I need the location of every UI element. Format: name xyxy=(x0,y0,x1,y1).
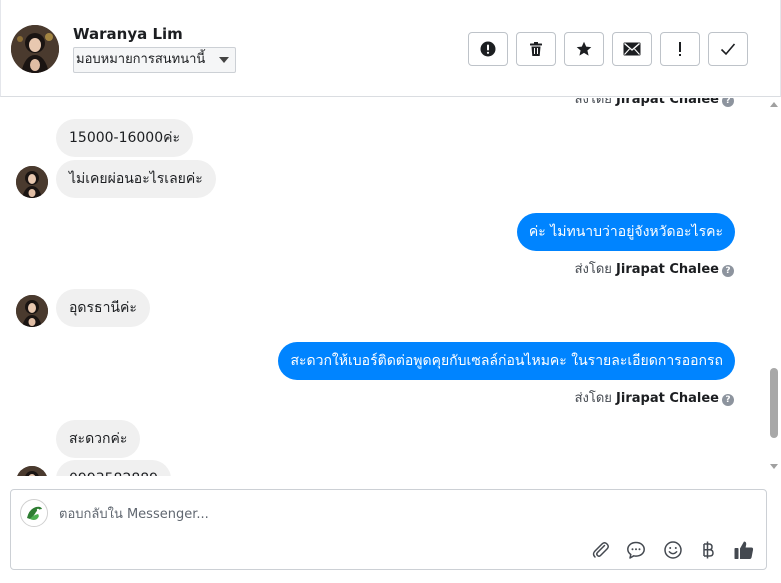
envelope-icon xyxy=(623,42,641,56)
thumbs-up-icon[interactable] xyxy=(732,538,756,562)
conversation-header: Waranya Lim มอบหมายการสนทนานี้ xyxy=(0,0,781,97)
star-icon xyxy=(576,41,592,57)
mark-done-button[interactable] xyxy=(708,32,748,66)
help-icon[interactable]: ? xyxy=(722,98,734,107)
incoming-message: สะดวกค่ะ xyxy=(56,420,141,458)
contact-avatar[interactable] xyxy=(11,25,59,73)
contact-avatar-small xyxy=(16,295,48,327)
message-thread[interactable]: ส่งโดย Jirapat Chalee? 15000-16000ค่ะ ไม… xyxy=(0,98,781,476)
exclamation-icon xyxy=(677,41,683,57)
baht-icon[interactable] xyxy=(696,538,720,562)
incoming-message: 15000-16000ค่ะ xyxy=(56,119,194,157)
assign-conversation-dropdown[interactable]: มอบหมายการสนทนานี้ xyxy=(73,47,237,73)
mark-unread-button[interactable] xyxy=(612,32,652,66)
sent-by-label: ส่งโดย Jirapat Chalee? xyxy=(575,98,734,109)
page-avatar xyxy=(20,499,48,527)
paperclip-icon[interactable] xyxy=(589,538,613,562)
scroll-down-arrow-icon[interactable] xyxy=(770,464,778,469)
outgoing-message: ค่ะ ไม่ทนาบว่าอยู่จังหวัดอะไรคะ xyxy=(516,213,735,251)
chat-bubble-icon[interactable] xyxy=(624,538,648,562)
sent-by-label: ส่งโดย Jirapat Chalee? xyxy=(575,258,734,279)
follow-up-button[interactable] xyxy=(660,32,700,66)
chat-scrollbar[interactable] xyxy=(767,98,781,476)
contact-avatar-small xyxy=(16,166,48,198)
help-icon[interactable]: ? xyxy=(722,265,734,277)
sent-by-label: ส่งโดย Jirapat Chalee? xyxy=(575,387,734,408)
contact-name[interactable]: Waranya Lim xyxy=(73,25,183,43)
alert-circle-icon xyxy=(480,41,496,57)
reply-input[interactable] xyxy=(59,504,739,524)
scroll-thumb[interactable] xyxy=(770,368,778,438)
outgoing-message: สะดวกให้เบอร์ติดต่อพูดคุยกับเซลล์ก่อนไหม… xyxy=(278,342,735,380)
mark-spam-button[interactable] xyxy=(468,32,508,66)
contact-avatar-small xyxy=(16,466,48,476)
delete-button[interactable] xyxy=(516,32,556,66)
check-icon xyxy=(720,42,736,56)
assign-label: มอบหมายการสนทนานี้ xyxy=(76,52,206,67)
incoming-message: อุดรธานีค่ะ xyxy=(56,289,150,327)
star-button[interactable] xyxy=(564,32,604,66)
caret-down-icon xyxy=(219,57,230,63)
help-icon[interactable]: ? xyxy=(722,394,734,406)
incoming-message: 0993582889 xyxy=(56,460,172,476)
incoming-message: ไม่เคยผ่อนอะไรเลยค่ะ xyxy=(56,160,216,198)
scroll-up-arrow-icon[interactable] xyxy=(770,102,778,107)
emoji-icon[interactable] xyxy=(661,538,685,562)
reply-composer xyxy=(10,489,767,570)
trash-icon xyxy=(528,41,544,57)
